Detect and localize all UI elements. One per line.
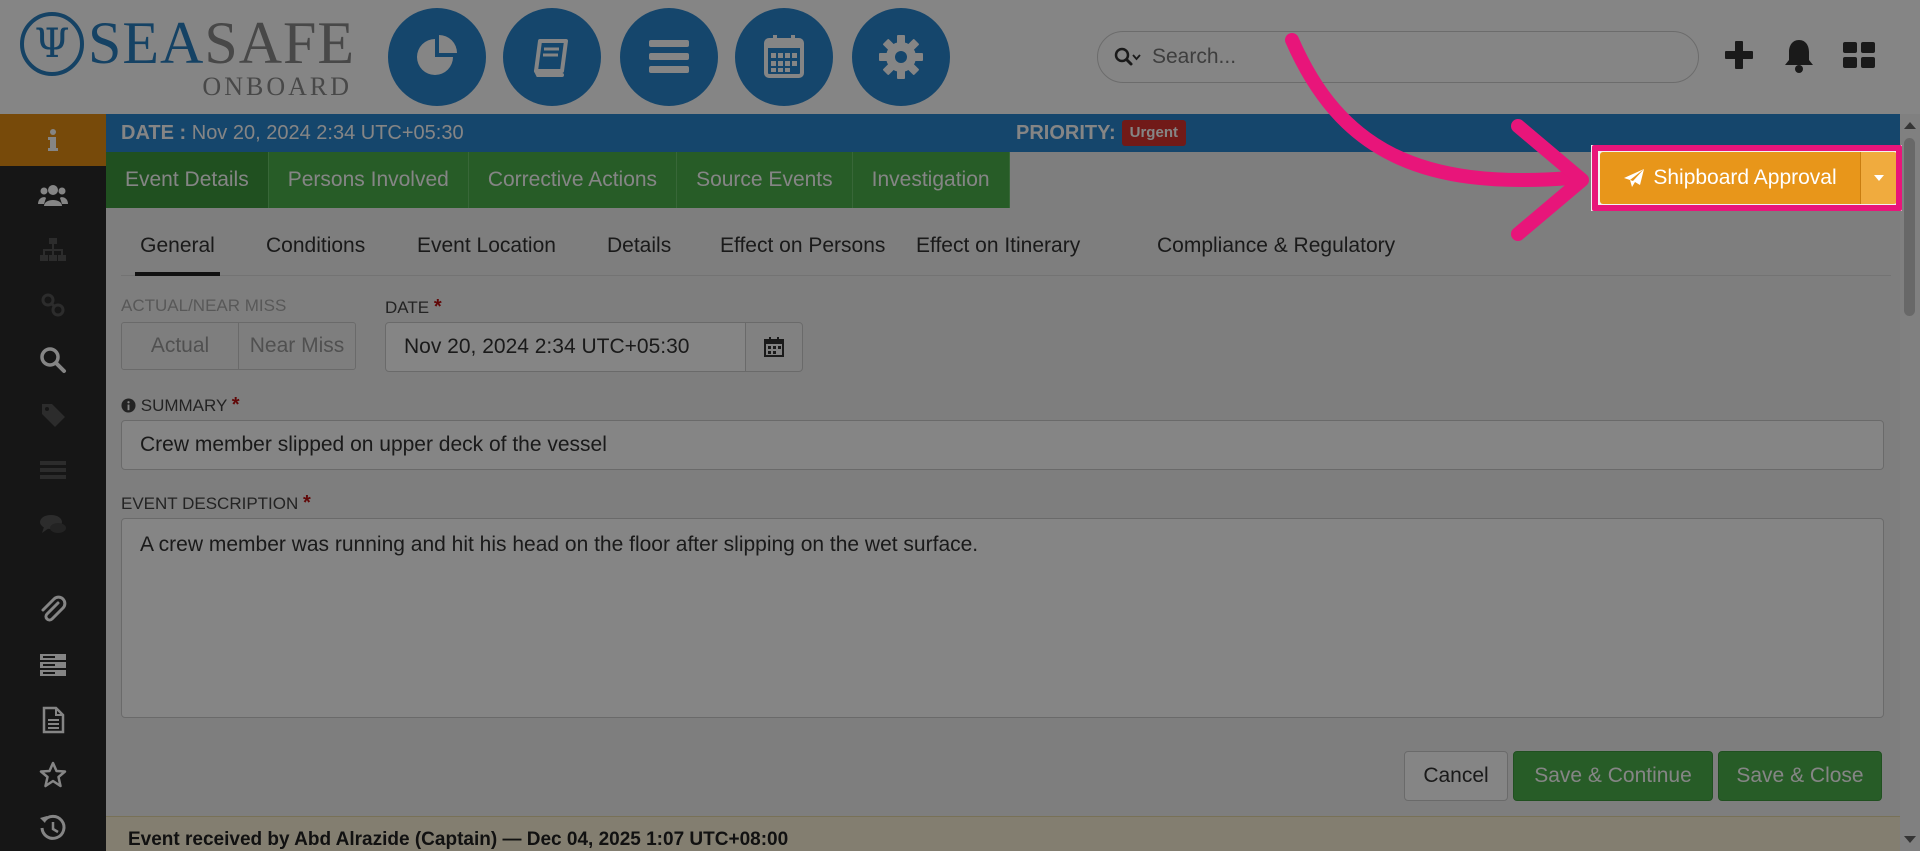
tab-source-events[interactable]: Source Events <box>677 152 853 208</box>
paper-plane-icon <box>1624 169 1645 187</box>
settings-button[interactable] <box>852 8 950 106</box>
shipboard-approval-split-button[interactable]: Shipboard Approval <box>1600 152 1897 204</box>
info-icon <box>48 129 58 151</box>
caret-down-icon <box>1874 175 1884 181</box>
link-icon <box>41 293 65 317</box>
grid-icon[interactable] <box>1840 36 1878 74</box>
approval-dropdown-toggle[interactable] <box>1860 152 1897 204</box>
sidebar-item-info[interactable] <box>0 114 106 166</box>
subtab-general[interactable]: General <box>135 224 220 276</box>
sidebar-item-attachments[interactable] <box>0 584 106 636</box>
summary-label: SUMMARY <box>140 396 228 415</box>
summary-field[interactable]: Crew member slipped on upper deck of the… <box>121 420 1884 470</box>
paperclip-icon <box>41 595 67 622</box>
logo-sea-text: SEA <box>88 10 205 76</box>
sidebar-item-hierarchy[interactable] <box>0 224 106 276</box>
date-field-label: DATE <box>385 298 430 317</box>
actual-option[interactable]: Actual <box>122 323 239 369</box>
top-navbar: Ψ SEASAFE ONBOARD <box>0 0 1920 114</box>
sidebar-item-search[interactable] <box>0 334 106 386</box>
priority-badge: Urgent <box>1121 120 1186 146</box>
global-search[interactable] <box>1097 31 1699 83</box>
date-value: Nov 20, 2024 2:34 UTC+05:30 <box>186 122 464 144</box>
scrollbar-thumb[interactable] <box>1904 138 1915 316</box>
subtab-event-location[interactable]: Event Location <box>417 224 556 276</box>
sidebar-item-links[interactable] <box>0 279 106 331</box>
menu-button[interactable] <box>620 8 718 106</box>
info-circle-icon <box>121 398 136 413</box>
tab-corrective-actions[interactable]: Corrective Actions <box>468 152 678 208</box>
subtab-effect-on-itinerary[interactable]: Effect on Itinerary <box>916 224 1080 276</box>
tab-event-details[interactable]: Event Details <box>106 152 269 208</box>
chat-icon <box>40 515 66 533</box>
shipboard-approval-button[interactable]: Shipboard Approval <box>1600 152 1860 204</box>
date-label: DATE : <box>121 122 187 144</box>
save-continue-button[interactable]: Save & Continue <box>1513 751 1713 801</box>
menu-icon <box>649 40 689 73</box>
org-chart-icon <box>40 238 66 261</box>
search-icon <box>40 347 66 373</box>
server-icon <box>40 654 66 676</box>
shipboard-approval-label: Shipboard Approval <box>1653 166 1837 189</box>
book-icon <box>534 39 568 77</box>
required-marker: * <box>433 296 442 318</box>
tag-icon <box>42 404 65 427</box>
required-marker: * <box>303 492 311 514</box>
page-scrollbar[interactable] <box>1900 114 1920 851</box>
bell-icon[interactable] <box>1780 36 1818 74</box>
actual-near-miss-label: ACTUAL/NEAR MISS <box>121 296 287 315</box>
event-description-label: EVENT DESCRIPTION <box>121 494 299 513</box>
users-icon <box>38 185 68 206</box>
priority-label: PRIORITY: <box>1016 122 1116 144</box>
date-field[interactable]: Nov 20, 2024 2:34 UTC+05:30 <box>385 322 746 372</box>
dashboard-pie-icon <box>417 35 457 75</box>
cancel-button[interactable]: Cancel <box>1404 751 1508 801</box>
star-icon <box>39 761 67 788</box>
sub-tabs: General Conditions Event Location Detail… <box>121 224 1891 276</box>
document-icon <box>42 706 65 734</box>
seasafe-logo[interactable]: Ψ SEASAFE ONBOARD <box>20 10 354 101</box>
calendar-icon <box>764 337 784 357</box>
actual-near-miss-toggle[interactable]: Actual Near Miss <box>121 322 356 370</box>
library-button[interactable] <box>503 8 601 106</box>
plus-icon[interactable] <box>1720 36 1758 74</box>
event-received-note: Event received by Abd Alrazide (Captain)… <box>106 816 1900 851</box>
sidebar-item-records[interactable] <box>0 639 106 691</box>
date-picker-button[interactable] <box>745 322 803 372</box>
logo-safe-text: SAFE <box>204 10 356 76</box>
tab-persons-involved[interactable]: Persons Involved <box>268 152 469 208</box>
subtab-compliance-regulatory[interactable]: Compliance & Regulatory <box>1157 224 1395 276</box>
settings-gear-icon <box>879 35 923 79</box>
search-dropdown-icon[interactable] <box>1114 46 1142 70</box>
sidebar-item-persons[interactable] <box>0 169 106 221</box>
calendar-button[interactable] <box>735 8 833 106</box>
subtab-conditions[interactable]: Conditions <box>266 224 365 276</box>
sidebar-item-comments[interactable] <box>0 499 106 551</box>
scroll-up-arrow-icon[interactable] <box>1904 122 1916 129</box>
event-details-panel: DATE : Nov 20, 2024 2:34 UTC+05:30 PRIOR… <box>106 114 1900 851</box>
sidebar-item-favorites[interactable] <box>0 749 106 801</box>
logo-subtitle: ONBOARD <box>202 72 352 101</box>
subtab-effect-on-persons[interactable]: Effect on Persons <box>720 224 885 276</box>
sidebar-item-list[interactable] <box>0 444 106 496</box>
calendar-icon <box>764 35 804 78</box>
left-sidebar <box>0 114 106 851</box>
sidebar-item-tags[interactable] <box>0 389 106 441</box>
subtab-details[interactable]: Details <box>607 224 671 276</box>
search-input[interactable] <box>1152 42 1682 72</box>
sidebar-item-history[interactable] <box>0 802 106 851</box>
scroll-down-arrow-icon[interactable] <box>1904 836 1916 843</box>
event-description-textarea[interactable]: A crew member was running and hit his he… <box>121 518 1884 718</box>
tab-investigation[interactable]: Investigation <box>852 152 1010 208</box>
trident-icon: Ψ <box>20 12 84 76</box>
save-close-button[interactable]: Save & Close <box>1718 751 1882 801</box>
required-marker: * <box>231 394 240 416</box>
sidebar-item-documents[interactable] <box>0 694 106 746</box>
near-miss-option[interactable]: Near Miss <box>239 323 355 369</box>
list-icon <box>40 461 66 479</box>
main-tabs: Event Details Persons Involved Correctiv… <box>106 152 1010 208</box>
dashboard-button[interactable] <box>388 8 486 106</box>
history-icon <box>40 814 66 840</box>
